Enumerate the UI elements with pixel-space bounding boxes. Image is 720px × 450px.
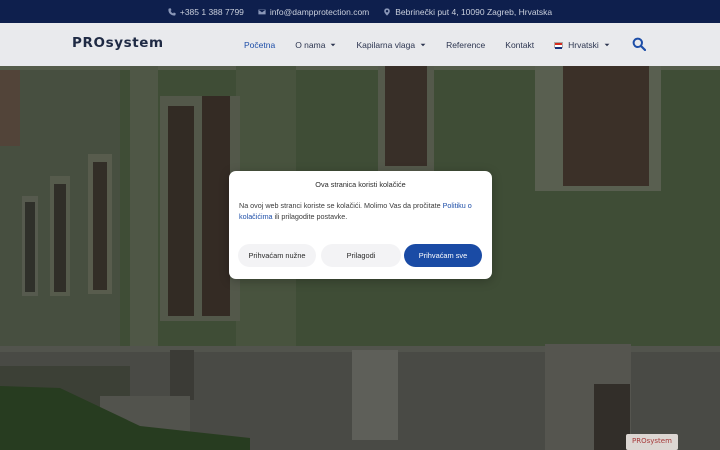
map-pin-icon: [384, 7, 391, 16]
site-header: PROsystem Početna O nama Kapilarna vlaga…: [0, 23, 720, 66]
language-switcher[interactable]: Hrvatski: [554, 40, 610, 50]
nav-label: Početna: [244, 39, 276, 50]
phone-icon: [168, 7, 176, 16]
address-text: Bebrinečki put 4, 10090 Zagreb, Hrvatska: [395, 6, 553, 17]
phone-contact[interactable]: +385 1 388 7799: [168, 7, 244, 17]
nav-item-reference[interactable]: Reference: [446, 40, 485, 50]
cookie-text-before: Na ovoj web stranci koriste se kolačići.…: [239, 201, 443, 210]
chevron-down-icon: [604, 43, 610, 46]
address-contact: Bebrinečki put 4, 10090 Zagreb, Hrvatska: [383, 7, 552, 17]
phone-number: +385 1 388 7799: [179, 6, 244, 17]
chevron-down-icon: [420, 43, 426, 46]
building-sign: PROsystem: [626, 434, 678, 450]
top-contact-bar: +385 1 388 7799 info@dampprotection.com …: [0, 0, 720, 23]
customize-button[interactable]: Prilagodi: [321, 244, 401, 267]
cookie-modal-text: Na ovoj web stranci koriste se kolačići.…: [239, 200, 484, 222]
language-label: Hrvatski: [568, 39, 599, 50]
cookie-modal-title: Ova stranica koristi kolačiće: [315, 180, 406, 189]
nav-label: O nama: [295, 39, 326, 50]
nav-item-pocetna[interactable]: Početna: [244, 40, 275, 50]
envelope-icon: [258, 9, 266, 14]
cookie-consent-modal: Ova stranica koristi kolačiće Na ovoj we…: [229, 171, 492, 279]
nav-item-kontakt[interactable]: Kontakt: [505, 40, 534, 50]
email-contact[interactable]: info@dampprotection.com: [258, 7, 369, 17]
email-address: info@dampprotection.com: [269, 6, 370, 17]
accept-necessary-button[interactable]: Prihvaćam nužne: [238, 244, 316, 267]
nav-label: Reference: [446, 39, 486, 50]
nav-label: Kontakt: [505, 39, 535, 50]
accept-all-button[interactable]: Prihvaćam sve: [404, 244, 482, 267]
search-icon[interactable]: [632, 37, 646, 51]
croatia-flag-icon: [554, 41, 564, 49]
cookie-text-after: ili prilagodite postavke.: [272, 212, 348, 221]
nav-item-kapilarna-vlaga[interactable]: Kapilarna vlaga: [356, 40, 426, 50]
main-nav: Početna O nama Kapilarna vlaga Reference…: [244, 23, 630, 66]
chevron-down-icon: [331, 43, 336, 46]
nav-item-o-nama[interactable]: O nama: [295, 40, 336, 50]
nav-label: Kapilarna vlaga: [356, 39, 416, 50]
site-logo[interactable]: PROsystem: [72, 35, 164, 51]
